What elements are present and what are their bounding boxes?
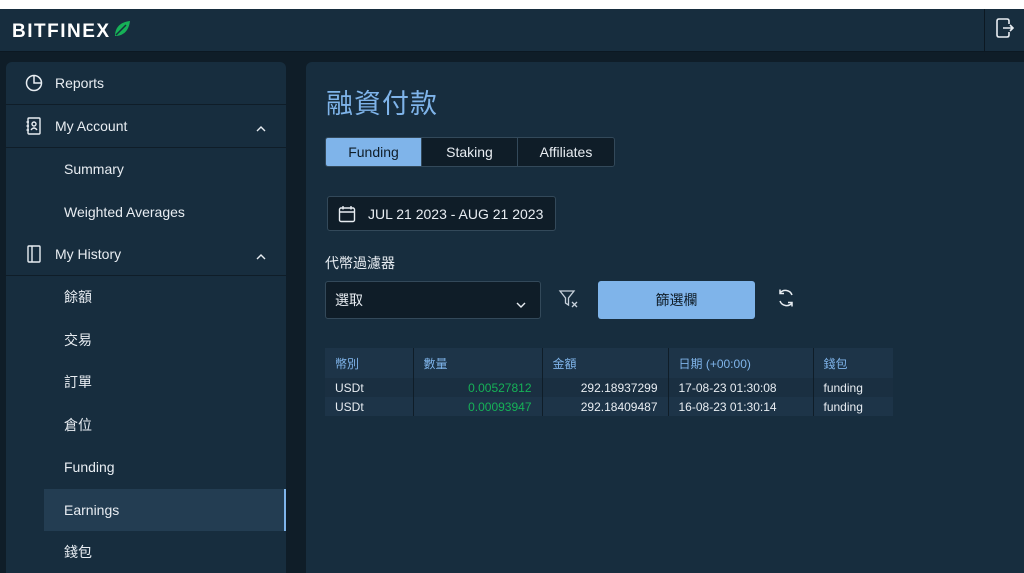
sidebar-item-balances[interactable]: 餘額 bbox=[6, 276, 286, 319]
clear-filter-button[interactable] bbox=[557, 289, 581, 313]
sidebar-item-label: Reports bbox=[55, 75, 105, 91]
token-select[interactable]: 選取 bbox=[325, 281, 541, 319]
main-panel: 融資付款 Funding Staking Affiliates JUL 21 2… bbox=[306, 62, 1024, 573]
sidebar-item-label: Earnings bbox=[64, 501, 120, 518]
token-select-value: 選取 bbox=[335, 292, 363, 308]
tab-bar: Funding Staking Affiliates bbox=[325, 137, 615, 167]
cell-currency: USDt bbox=[325, 378, 414, 397]
earnings-table: 幣別 數量 金額 日期 (+00:00) 錢包 USDt 0.00527812 … bbox=[325, 348, 893, 416]
sidebar-item-positions[interactable]: 倉位 bbox=[6, 404, 286, 447]
chevron-up-icon bbox=[256, 120, 266, 136]
sidebar-item-label: Weighted Averages bbox=[64, 203, 185, 220]
sidebar-item-wallets[interactable]: 錢包 bbox=[6, 531, 286, 573]
sidebar-group-my-account[interactable]: My Account bbox=[6, 105, 286, 148]
filter-clear-icon bbox=[558, 288, 580, 315]
sidebar-item-label: 錢包 bbox=[64, 544, 92, 561]
date-range-value: JUL 21 2023 - AUG 21 2023 bbox=[368, 205, 544, 222]
sidebar-group-label: My History bbox=[55, 246, 122, 262]
leaf-icon bbox=[113, 20, 131, 43]
cell-amount: 0.00527812 bbox=[413, 378, 543, 397]
contact-book-icon bbox=[24, 116, 44, 136]
sidebar-item-orders[interactable]: 訂單 bbox=[6, 361, 286, 404]
sidebar-item-earnings[interactable]: Earnings bbox=[44, 488, 286, 531]
table-row[interactable]: USDt 0.00527812 292.18937299 17-08-23 01… bbox=[325, 378, 893, 397]
sidebar: Reports My Account Summary Weighted Aver… bbox=[6, 62, 286, 573]
sidebar-item-summary[interactable]: Summary bbox=[6, 148, 286, 191]
sidebar-item-weighted-averages[interactable]: Weighted Averages bbox=[6, 191, 286, 234]
token-filter-label: 代幣過濾器 bbox=[325, 255, 395, 271]
apply-filter-button[interactable]: 篩選欄 bbox=[598, 281, 755, 319]
column-header-wallet[interactable]: 錢包 bbox=[813, 348, 893, 378]
cell-balance: 292.18937299 bbox=[542, 378, 669, 397]
sidebar-item-label: 交易 bbox=[64, 331, 92, 348]
table-header-row: 幣別 數量 金額 日期 (+00:00) 錢包 bbox=[325, 348, 893, 378]
cell-currency: USDt bbox=[325, 397, 414, 416]
tab-affiliates[interactable]: Affiliates bbox=[518, 138, 614, 166]
logout-icon bbox=[995, 18, 1014, 43]
chevron-down-icon bbox=[516, 296, 526, 312]
sidebar-item-label: Funding bbox=[64, 459, 115, 476]
cell-date: 17-08-23 01:30:08 bbox=[668, 378, 814, 397]
chevron-up-icon bbox=[256, 248, 266, 264]
cell-amount: 0.00093947 bbox=[413, 397, 543, 416]
sidebar-item-reports[interactable]: Reports bbox=[6, 62, 286, 105]
column-header-currency[interactable]: 幣別 bbox=[325, 348, 414, 378]
tab-staking[interactable]: Staking bbox=[422, 138, 518, 166]
calendar-icon bbox=[338, 205, 356, 223]
pie-chart-icon bbox=[24, 73, 44, 93]
sidebar-item-label: 訂單 bbox=[64, 374, 92, 391]
page-title: 融資付款 bbox=[326, 89, 438, 119]
tab-funding[interactable]: Funding bbox=[326, 138, 422, 166]
cell-wallet: funding bbox=[813, 378, 893, 397]
column-header-balance[interactable]: 金額 bbox=[542, 348, 669, 378]
sidebar-item-label: Summary bbox=[64, 161, 124, 178]
sidebar-item-funding[interactable]: Funding bbox=[6, 446, 286, 489]
cell-wallet: funding bbox=[813, 397, 893, 416]
refresh-button[interactable] bbox=[774, 288, 798, 312]
table-row[interactable]: USDt 0.00093947 292.18409487 16-08-23 01… bbox=[325, 397, 893, 416]
bitfinex-logo[interactable]: BITFINEX bbox=[12, 20, 131, 43]
logo-text: BITFINEX bbox=[12, 20, 111, 42]
sidebar-item-trades[interactable]: 交易 bbox=[6, 319, 286, 362]
sidebar-group-my-history[interactable]: My History bbox=[6, 233, 286, 276]
column-header-date[interactable]: 日期 (+00:00) bbox=[668, 348, 814, 378]
refresh-icon bbox=[776, 288, 796, 313]
cell-balance: 292.18409487 bbox=[542, 397, 669, 416]
book-icon bbox=[24, 244, 44, 264]
sidebar-group-label: My Account bbox=[55, 118, 128, 134]
top-bar: BITFINEX bbox=[0, 9, 1024, 52]
column-header-amount[interactable]: 數量 bbox=[413, 348, 543, 378]
cell-date: 16-08-23 01:30:14 bbox=[668, 397, 814, 416]
sidebar-item-label: 倉位 bbox=[64, 416, 92, 433]
sidebar-item-label: 餘額 bbox=[64, 289, 92, 306]
date-range-picker[interactable]: JUL 21 2023 - AUG 21 2023 bbox=[327, 196, 556, 231]
logout-button[interactable] bbox=[984, 9, 1024, 52]
